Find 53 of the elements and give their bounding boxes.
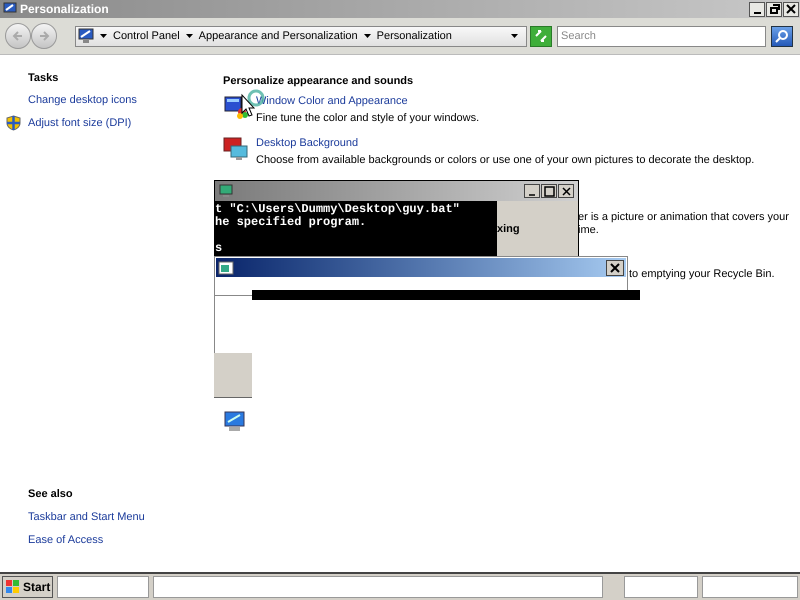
shield-icon: [6, 115, 21, 131]
back-arrow-icon: [12, 30, 24, 42]
sidebar-link[interactable]: Ease of Access: [28, 532, 104, 548]
monitor-picture-icon: [223, 136, 249, 162]
start-button[interactable]: Start: [2, 576, 54, 598]
caret-icon[interactable]: [511, 34, 518, 38]
minimize-button[interactable]: [749, 2, 765, 16]
close-button[interactable]: [606, 260, 624, 276]
item-link[interactable]: Desktop Background: [256, 134, 358, 152]
caret-icon[interactable]: [186, 34, 193, 38]
four-squares-logo-icon: [5, 579, 21, 595]
console-line: t "C:\Users\Dummy\Desktop\guy.bat": [215, 203, 460, 216]
restore-button[interactable]: [766, 2, 782, 16]
forward-arrow-icon: [38, 30, 50, 42]
monitor-icon: [219, 184, 233, 198]
window-fragment-panel: [214, 353, 252, 398]
close-button[interactable]: [783, 2, 799, 16]
caret-icon[interactable]: [364, 34, 371, 38]
refresh-arrows-icon: [534, 29, 548, 43]
window-icon: [218, 260, 234, 274]
minimize-icon: [754, 12, 760, 14]
close-icon: [784, 2, 798, 16]
refresh-button[interactable]: [530, 26, 552, 46]
breadcrumb[interactable]: Appearance and Personalization: [198, 28, 358, 44]
console-line: he specified program.: [215, 216, 366, 229]
window-title: Personalization: [20, 1, 109, 18]
close-icon: [609, 262, 621, 274]
text-fragment: to emptying your Recycle Bin.: [629, 267, 775, 282]
breadcrumb[interactable]: Control Panel: [113, 28, 180, 44]
minimize-button[interactable]: [524, 184, 540, 198]
item-description: Fine tune the color and style of your windows.: [256, 111, 480, 126]
monitor-icon: [78, 28, 94, 44]
sidebar-heading: Tasks: [28, 71, 60, 86]
close-icon: [560, 184, 572, 198]
side-text: xing: [497, 223, 520, 235]
maximize-icon: [542, 184, 556, 198]
sidebar-heading: See also: [28, 487, 74, 502]
breadcrumb[interactable]: Personalization: [376, 28, 452, 44]
maximize-button[interactable]: [541, 184, 557, 198]
minimize-icon: [529, 194, 535, 196]
console-line: s: [215, 242, 222, 255]
close-button[interactable]: [558, 184, 574, 198]
item-description: Choose from available backgrounds or colors or use one of your own pictures to decorate the desktop.: [256, 153, 754, 168]
monitor-icon: [223, 410, 247, 434]
restore-icon: [767, 2, 781, 16]
search-icon: [775, 29, 789, 43]
caret-icon[interactable]: [100, 34, 107, 38]
sidebar-link[interactable]: Adjust font size (DPI): [28, 114, 132, 132]
sidebar-link[interactable]: Taskbar and Start Menu: [28, 509, 145, 525]
sidebar-link[interactable]: Change desktop icons: [28, 92, 137, 108]
search-field[interactable]: Search: [557, 26, 766, 46]
section-heading: Personalize appearance and sounds: [223, 74, 414, 89]
search-button[interactable]: [771, 26, 793, 46]
